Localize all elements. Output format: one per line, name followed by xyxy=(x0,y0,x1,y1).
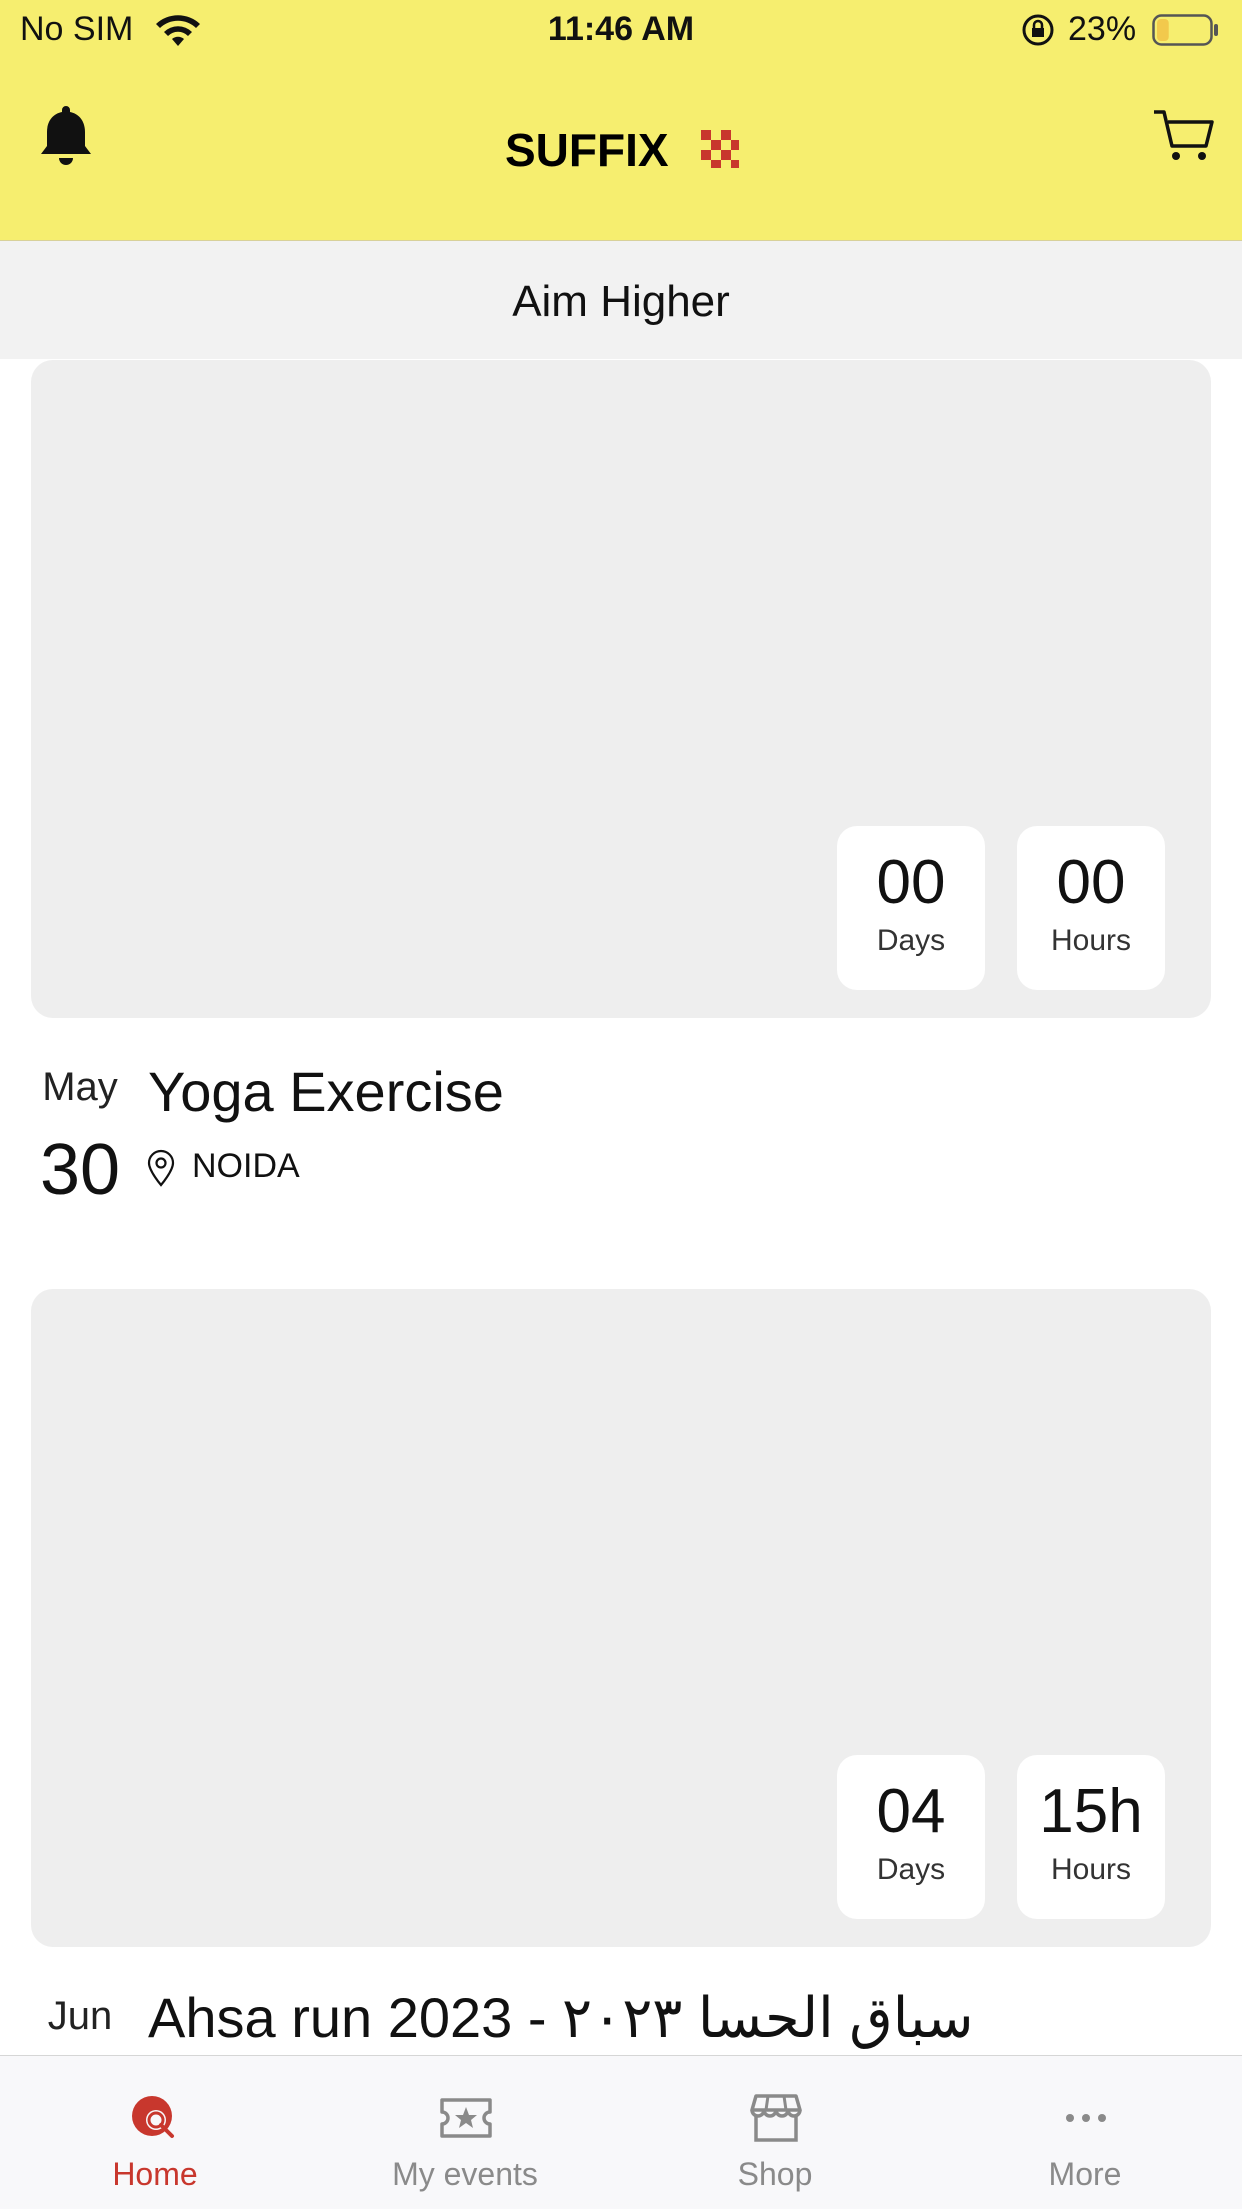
countdown-hours: 00 Hours xyxy=(1017,826,1165,990)
page-subtitle: Aim Higher xyxy=(512,277,730,326)
countdown-value: 15h xyxy=(1039,1777,1143,1846)
event-day: 30 xyxy=(39,1130,121,1210)
app-header: SUFFIX xyxy=(0,62,1242,241)
location-pin-icon xyxy=(147,1149,175,1187)
page-subtitle-bar: Aim Higher xyxy=(0,241,1242,359)
countdown-value: 00 xyxy=(1056,848,1126,917)
bell-icon[interactable] xyxy=(38,102,94,168)
tab-shop[interactable]: Shop xyxy=(620,2056,930,2209)
more-dots-icon xyxy=(1066,2114,1106,2122)
countdown-days: 04 Days xyxy=(837,1755,985,1919)
battery-percent: 23% xyxy=(1068,10,1137,48)
home-search-icon xyxy=(132,2096,174,2138)
tab-label: My events xyxy=(392,2156,538,2192)
countdown-hours: 15h Hours xyxy=(1017,1755,1165,1919)
countdown-value: 04 xyxy=(876,1777,946,1846)
countdown-label: Hours xyxy=(1050,1853,1132,1886)
event-image[interactable]: 04 Days 15h Hours xyxy=(31,1289,1211,1947)
tab-more[interactable]: More xyxy=(930,2056,1240,2209)
tab-label: Shop xyxy=(737,2156,813,2192)
tab-label: More xyxy=(1048,2156,1122,2192)
tab-my-events[interactable]: My events xyxy=(310,2056,620,2209)
logo-text: SUFFIX xyxy=(505,124,669,176)
event-location-label: NOIDA xyxy=(192,1147,300,1185)
tab-bar: Home My events Shop More xyxy=(0,2055,1242,2209)
event-month: Jun xyxy=(47,1994,113,2038)
ticket-star-icon xyxy=(440,2098,492,2138)
logo-mark xyxy=(701,130,739,168)
battery-icon xyxy=(1152,14,1218,46)
brand-logo: SUFFIX xyxy=(505,122,741,176)
event-image[interactable]: 00 Days 00 Hours xyxy=(31,360,1211,1018)
tab-home[interactable]: Home xyxy=(0,2056,310,2209)
event-month: May xyxy=(42,1065,118,1109)
countdown-label: Days xyxy=(876,1853,946,1886)
cart-icon[interactable] xyxy=(1152,106,1216,166)
tab-label: Home xyxy=(112,2156,198,2192)
countdown-label: Hours xyxy=(1050,924,1132,957)
event-title[interactable]: Yoga Exercise xyxy=(148,1059,504,1124)
status-bar: No SIM 11:46 AM 23% xyxy=(0,0,1242,62)
orientation-lock-icon xyxy=(1022,14,1054,46)
countdown-value: 00 xyxy=(876,848,946,917)
store-icon xyxy=(750,2094,802,2142)
event-list: 00 Days 00 Hours May 30 Yoga Exercise NO… xyxy=(0,359,1242,2055)
countdown-label: Days xyxy=(876,924,946,957)
event-location: NOIDA xyxy=(146,1147,300,1187)
countdown-days: 00 Days xyxy=(837,826,985,990)
event-title[interactable]: Ahsa run 2023 - سباق الحسا ٢٠٢٣ xyxy=(148,1985,974,2051)
